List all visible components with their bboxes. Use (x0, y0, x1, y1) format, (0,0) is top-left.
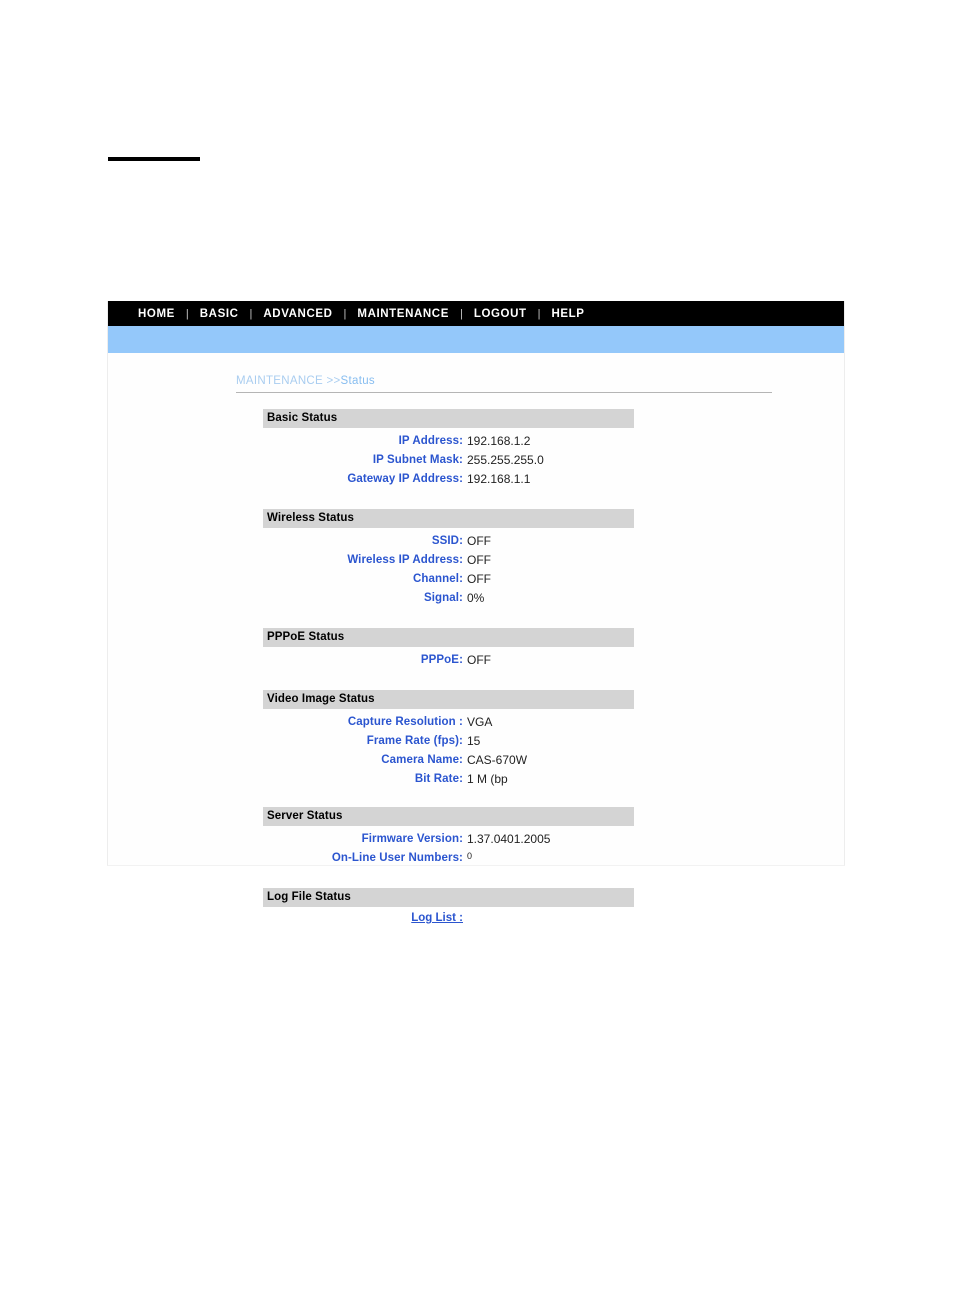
row-label-gateway-ip-address: Gateway IP Address: (347, 473, 463, 485)
section-title-basic-status: Basic Status (263, 409, 634, 428)
row-label-signal: Signal: (423, 592, 463, 604)
section-title-pppoe-status: PPPoE Status (263, 628, 634, 647)
log-list-link[interactable]: Log List : (263, 912, 467, 924)
status-row: Capture Resolution : VGA (263, 713, 634, 732)
nav-item-home[interactable]: HOME (138, 308, 175, 320)
row-value-capture-resolution: VGA (467, 715, 493, 729)
main-navigation-bar: HOME | BASIC | ADVANCED | MAINTENANCE | … (108, 301, 844, 326)
status-section-wireless: Wireless Status SSID: OFF Wireless IP Ad… (263, 509, 634, 612)
row-label-capture-resolution: Capture Resolution : (347, 716, 463, 728)
nav-separator: | (537, 307, 541, 320)
section-title-wireless-status: Wireless Status (263, 509, 634, 528)
row-value-firmware-version: 1.37.0401.2005 (467, 832, 551, 846)
section-title-server-status: Server Status (263, 807, 634, 826)
row-label-frame-rate: Frame Rate (fps): (366, 735, 463, 747)
row-value-ip-address: 192.168.1.2 (467, 434, 531, 448)
breadcrumb-wrapper: MAINTENANCE >>Status (108, 353, 844, 387)
status-row: Camera Name: CAS-670W (263, 751, 634, 770)
camera-admin-page-panel: HOME | BASIC | ADVANCED | MAINTENANCE | … (107, 301, 845, 924)
page-top-rule (108, 157, 200, 161)
row-label-pppoe: PPPoE: (420, 654, 463, 666)
nav-item-advanced[interactable]: ADVANCED (263, 308, 332, 320)
status-row: SSID: OFF (263, 532, 634, 551)
status-row: IP Address: 192.168.1.2 (263, 432, 634, 451)
row-value-camera-name: CAS-670W (467, 753, 528, 767)
nav-separator: | (249, 307, 253, 320)
section-rows-wireless-status: SSID: OFF Wireless IP Address: OFF Chann… (263, 528, 634, 612)
status-row: PPPoE: OFF (263, 651, 634, 670)
breadcrumb: MAINTENANCE >>Status (236, 375, 844, 387)
row-value-frame-rate: 15 (467, 734, 481, 748)
section-title-video-image-status: Video Image Status (263, 690, 634, 709)
status-section-pppoe: PPPoE Status PPPoE: OFF (263, 628, 634, 674)
breadcrumb-current: Status (340, 375, 375, 387)
row-value-bit-rate: 1 M (bp (467, 772, 508, 786)
status-section-server: Server Status Firmware Version: 1.37.040… (263, 807, 634, 872)
section-rows-server-status: Firmware Version: 1.37.0401.2005 On-Line… (263, 826, 634, 872)
nav-separator: | (185, 307, 189, 320)
breadcrumb-divider (236, 392, 772, 393)
row-value-ssid: OFF (467, 534, 491, 548)
row-label-wireless-ip-address: Wireless IP Address: (347, 554, 463, 566)
status-row: On-Line User Numbers: 0 (263, 849, 634, 868)
row-label-camera-name: Camera Name: (381, 754, 463, 766)
status-row: Channel: OFF (263, 570, 634, 589)
status-row: Firmware Version: 1.37.0401.2005 (263, 830, 634, 849)
status-section-basic: Basic Status IP Address: 192.168.1.2 IP … (263, 409, 634, 493)
breadcrumb-parent[interactable]: MAINTENANCE (236, 375, 323, 387)
section-title-log-file-status: Log File Status (263, 888, 634, 907)
nav-separator: | (343, 307, 347, 320)
row-label-ip-subnet-mask: IP Subnet Mask: (372, 454, 463, 466)
row-label-channel: Channel: (413, 573, 463, 585)
row-label-ip-address: IP Address: (398, 435, 463, 447)
row-value-gateway-ip-address: 192.168.1.1 (467, 472, 531, 486)
nav-item-help[interactable]: HELP (551, 308, 584, 320)
nav-item-basic[interactable]: BASIC (200, 308, 239, 320)
nav-item-maintenance[interactable]: MAINTENANCE (357, 308, 449, 320)
section-rows-video-image-status: Capture Resolution : VGA Frame Rate (fps… (263, 709, 634, 793)
status-row: Signal: 0% (263, 589, 634, 608)
status-row: Frame Rate (fps): 15 (263, 732, 634, 751)
status-section-video-image: Video Image Status Capture Resolution : … (263, 690, 634, 793)
status-row: IP Subnet Mask: 255.255.255.0 (263, 451, 634, 470)
section-rows-basic-status: IP Address: 192.168.1.2 IP Subnet Mask: … (263, 428, 634, 493)
status-row: Wireless IP Address: OFF (263, 551, 634, 570)
nav-separator: | (459, 307, 463, 320)
header-blue-band (108, 326, 844, 353)
breadcrumb-separator: >> (323, 375, 341, 387)
row-value-ip-subnet-mask: 255.255.255.0 (467, 453, 544, 467)
row-value-on-line-user-numbers: 0 (467, 851, 473, 861)
log-list-row: Log List : (263, 907, 634, 924)
row-label-ssid: SSID: (431, 535, 463, 547)
status-row: Gateway IP Address: 192.168.1.1 (263, 470, 634, 489)
nav-item-logout[interactable]: LOGOUT (474, 308, 527, 320)
status-row: Bit Rate: 1 M (bp (263, 770, 634, 789)
row-value-wireless-ip-address: OFF (467, 553, 491, 567)
row-label-on-line-user-numbers: On-Line User Numbers: (331, 852, 463, 864)
row-label-bit-rate: Bit Rate: (414, 773, 463, 785)
row-value-channel: OFF (467, 572, 491, 586)
row-value-pppoe: OFF (467, 653, 491, 667)
row-label-firmware-version: Firmware Version: (361, 833, 463, 845)
section-rows-pppoe-status: PPPoE: OFF (263, 647, 634, 674)
row-value-signal: 0% (467, 591, 485, 605)
status-section-log-file: Log File Status Log List : (263, 888, 634, 924)
page-content: MAINTENANCE >>Status Basic Status IP Add… (108, 353, 844, 924)
